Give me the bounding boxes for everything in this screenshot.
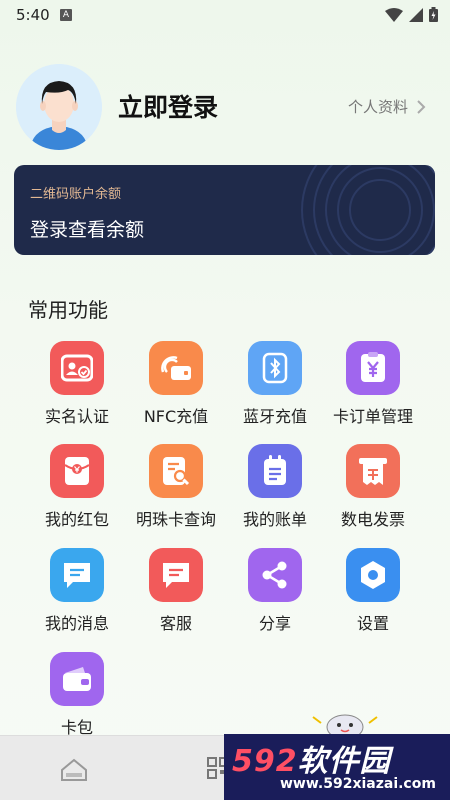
nfc-card-icon	[149, 341, 203, 395]
search-card-icon	[149, 444, 203, 498]
balance-card[interactable]: 二维码账户余额 登录查看余额	[14, 165, 435, 255]
invoice-icon	[346, 444, 400, 498]
battery-icon	[429, 7, 438, 22]
watermark-logo: 592软件园 www.592xiazai.com	[224, 734, 450, 800]
balance-value[interactable]: 登录查看余额	[30, 215, 144, 242]
bill-icon	[248, 444, 302, 498]
share-icon	[248, 548, 302, 602]
profile-link-label: 个人资料	[347, 98, 408, 116]
func-pearl-card-query[interactable]: 明珠卡查询	[126, 444, 226, 534]
id-card-icon	[50, 341, 104, 395]
func-label: 明珠卡查询	[135, 510, 216, 529]
func-label: 我的账单	[242, 510, 307, 529]
signal-icon	[409, 7, 423, 22]
customer-service-icon	[149, 548, 203, 602]
status-time: 5:40	[16, 6, 50, 24]
balance-label: 二维码账户余额	[30, 187, 122, 202]
status-icons	[385, 7, 438, 22]
status-bar: 5:40 A	[0, 0, 450, 32]
func-my-messages[interactable]: 我的消息	[27, 548, 127, 638]
login-button[interactable]: 立即登录	[118, 88, 218, 124]
func-card-wallet[interactable]: 卡包	[27, 652, 127, 742]
func-my-bills[interactable]: 我的账单	[225, 444, 325, 534]
watermark-brand-text: 软件园	[297, 744, 391, 779]
wifi-icon	[385, 7, 403, 22]
func-label: NFC充值	[143, 407, 209, 426]
watermark-brand: 592软件园	[232, 736, 391, 780]
watermark-url: www.592xiazai.com	[280, 776, 436, 792]
func-customer-service[interactable]: 客服	[126, 548, 226, 638]
func-label: 实名认证	[44, 407, 109, 426]
home-tab-icon[interactable]	[60, 758, 88, 782]
wallet-icon	[50, 652, 104, 706]
func-bluetooth-recharge[interactable]: 蓝牙充值	[225, 341, 325, 431]
chevron-right-icon	[417, 99, 426, 114]
profile-link[interactable]: 个人资料	[348, 96, 426, 117]
settings-icon	[346, 548, 400, 602]
func-label: 客服	[159, 614, 192, 633]
func-settings[interactable]: 设置	[323, 548, 423, 638]
func-label: 数电发票	[340, 510, 405, 529]
avatar[interactable]	[16, 64, 102, 150]
func-card-orders[interactable]: 卡订单管理	[323, 341, 423, 431]
message-icon	[50, 548, 104, 602]
func-label: 我的消息	[44, 614, 109, 633]
func-nfc-recharge[interactable]: NFC充值	[126, 341, 226, 431]
user-avatar-icon	[16, 64, 102, 150]
func-real-name[interactable]: 实名认证	[27, 341, 127, 431]
func-label: 分享	[258, 614, 291, 633]
section-title: 常用功能	[28, 298, 108, 322]
func-red-envelope[interactable]: 我的红包	[27, 444, 127, 534]
watermark-brand-num: 592	[232, 744, 298, 779]
yuan-order-icon	[346, 341, 400, 395]
func-label: 蓝牙充值	[242, 407, 307, 426]
card-rings-decoration	[301, 165, 435, 255]
func-label: 卡订单管理	[332, 407, 413, 426]
func-share[interactable]: 分享	[225, 548, 325, 638]
gamepad-mascot-icon	[312, 714, 378, 737]
func-e-invoice[interactable]: 数电发票	[323, 444, 423, 534]
func-label: 我的红包	[44, 510, 109, 529]
func-label: 设置	[356, 614, 389, 633]
bluetooth-icon	[248, 341, 302, 395]
red-envelope-icon	[50, 444, 104, 498]
notification-a-icon: A	[60, 9, 72, 21]
